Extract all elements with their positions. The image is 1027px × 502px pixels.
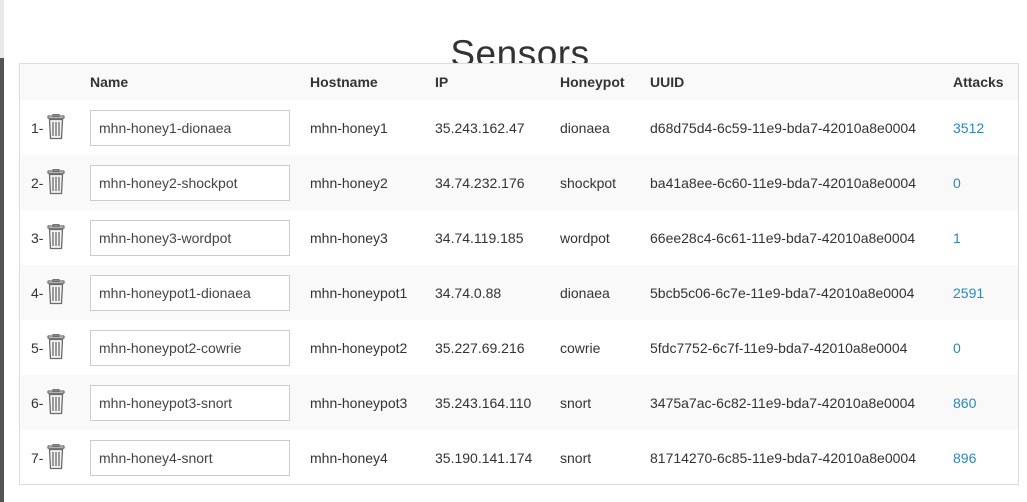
hostname-cell: mhn-honey2 [310, 174, 388, 191]
ip-cell: 35.243.164.110 [435, 394, 532, 411]
table-header-row: Name Hostname IP Honeypot UUID Attacks [20, 64, 1018, 100]
trash-icon[interactable] [45, 224, 67, 253]
ip-cell: 35.227.69.216 [435, 339, 525, 356]
ip-cell: 34.74.119.185 [435, 229, 524, 246]
hostname-cell: mhn-honeypot3 [310, 394, 408, 411]
honeypot-cell: cowrie [560, 339, 601, 356]
hostname-cell: mhn-honey3 [310, 229, 388, 246]
index-cell: 6- [20, 375, 90, 430]
hostname-cell: mhn-honeypot1 [310, 284, 408, 301]
attacks-cell: 896 [953, 430, 1018, 484]
table-row: 2- mhn-honey2 34.74.232.176 shockpot [20, 155, 1018, 210]
name-cell [90, 430, 310, 484]
honeypot-cell: dionaea [560, 119, 610, 136]
uuid-cell: 66ee28c4-6c61-11e9-bda7-42010a8e0004 [650, 229, 916, 246]
row-index: 6- [31, 394, 44, 411]
row-index: 3- [31, 229, 44, 246]
ip-cell: 34.74.232.176 [435, 174, 525, 191]
honeypot-cell: shockpot [560, 174, 617, 191]
trash-icon[interactable] [45, 114, 67, 143]
trash-icon[interactable] [45, 444, 67, 473]
sensors-table: Name Hostname IP Honeypot UUID Attacks 1… [20, 64, 1018, 484]
attacks-link[interactable]: 3512 [953, 120, 984, 136]
sensor-name-input[interactable] [90, 329, 290, 366]
ip-cell: 35.243.162.47 [435, 119, 525, 136]
row-index: 5- [31, 339, 44, 356]
name-cell [90, 375, 310, 430]
name-cell [90, 265, 310, 320]
attacks-link[interactable]: 860 [953, 395, 976, 411]
index-cell: 1- [20, 100, 90, 155]
sensor-name-input[interactable] [90, 219, 290, 256]
trash-icon[interactable] [45, 389, 67, 418]
trash-icon[interactable] [45, 169, 67, 198]
table-row: 4- mhn-honeypot1 34.74.0.88 dionaea 5 [20, 265, 1018, 320]
attacks-cell: 1 [953, 210, 1018, 265]
attacks-cell: 0 [953, 320, 1018, 375]
uuid-cell: 3475a7ac-6c82-11e9-bda7-42010a8e0004 [650, 394, 916, 411]
table-row: 5- mhn-honeypot2 35.227.69.216 cowrie [20, 320, 1018, 375]
ip-cell: 34.74.0.88 [435, 284, 502, 301]
attacks-cell: 3512 [953, 100, 1018, 155]
uuid-cell: 5bcb5c06-6c7e-11e9-bda7-42010a8e0004 [650, 284, 915, 301]
honeypot-cell: snort [560, 449, 592, 466]
sensor-name-input[interactable] [90, 439, 290, 476]
uuid-cell: d68d75d4-6c59-11e9-bda7-42010a8e0004 [650, 119, 916, 136]
table-row: 7- mhn-honey4 35.190.141.174 snort 81 [20, 430, 1018, 484]
index-cell: 4- [20, 265, 90, 320]
window-edge [0, 0, 4, 502]
trash-icon[interactable] [45, 334, 67, 363]
hostname-cell: mhn-honeypot2 [310, 339, 408, 356]
header-uuid: UUID [650, 74, 685, 90]
hostname-cell: mhn-honey1 [310, 119, 388, 136]
row-index: 4- [31, 284, 44, 301]
table-body: 1- mhn-honey1 35.243.162.47 dionaea d [20, 100, 1018, 484]
attacks-link[interactable]: 0 [953, 340, 961, 356]
sensors-table-container: Name Hostname IP Honeypot UUID Attacks 1… [19, 63, 1019, 485]
uuid-cell: ba41a8ee-6c60-11e9-bda7-42010a8e0004 [650, 174, 916, 191]
name-cell [90, 210, 310, 265]
attacks-link[interactable]: 0 [953, 175, 961, 191]
sensor-name-input[interactable] [90, 109, 290, 146]
attacks-link[interactable]: 2591 [953, 285, 984, 301]
uuid-cell: 81714270-6c85-11e9-bda7-42010a8e0004 [650, 449, 916, 466]
index-cell: 3- [20, 210, 90, 265]
index-cell: 7- [20, 430, 90, 484]
header-honeypot: Honeypot [560, 74, 625, 90]
attacks-link[interactable]: 1 [953, 230, 961, 246]
header-hostname: Hostname [310, 74, 378, 90]
table-row: 3- mhn-honey3 34.74.119.185 wordpot 6 [20, 210, 1018, 265]
honeypot-cell: dionaea [560, 284, 610, 301]
sensor-name-input[interactable] [90, 384, 290, 421]
attacks-cell: 2591 [953, 265, 1018, 320]
name-cell [90, 100, 310, 155]
trash-icon[interactable] [45, 279, 67, 308]
header-index [20, 64, 90, 100]
row-index: 1- [31, 119, 44, 136]
table-row: 6- mhn-honeypot3 35.243.164.110 snort [20, 375, 1018, 430]
honeypot-cell: wordpot [560, 229, 610, 246]
sensor-name-input[interactable] [90, 164, 290, 201]
index-cell: 5- [20, 320, 90, 375]
attacks-link[interactable]: 896 [953, 450, 976, 466]
header-name: Name [90, 74, 129, 90]
name-cell [90, 320, 310, 375]
name-cell [90, 155, 310, 210]
header-ip: IP [435, 74, 449, 90]
uuid-cell: 5fdc7752-6c7f-11e9-bda7-42010a8e0004 [650, 339, 908, 356]
attacks-cell: 860 [953, 375, 1018, 430]
table-row: 1- mhn-honey1 35.243.162.47 dionaea d [20, 100, 1018, 155]
row-index: 2- [31, 174, 44, 191]
index-cell: 2- [20, 155, 90, 210]
honeypot-cell: snort [560, 394, 592, 411]
sensor-name-input[interactable] [90, 274, 290, 311]
hostname-cell: mhn-honey4 [310, 449, 388, 466]
header-attacks: Attacks [953, 74, 1004, 90]
attacks-cell: 0 [953, 155, 1018, 210]
row-index: 7- [31, 449, 44, 466]
ip-cell: 35.190.141.174 [435, 449, 533, 466]
